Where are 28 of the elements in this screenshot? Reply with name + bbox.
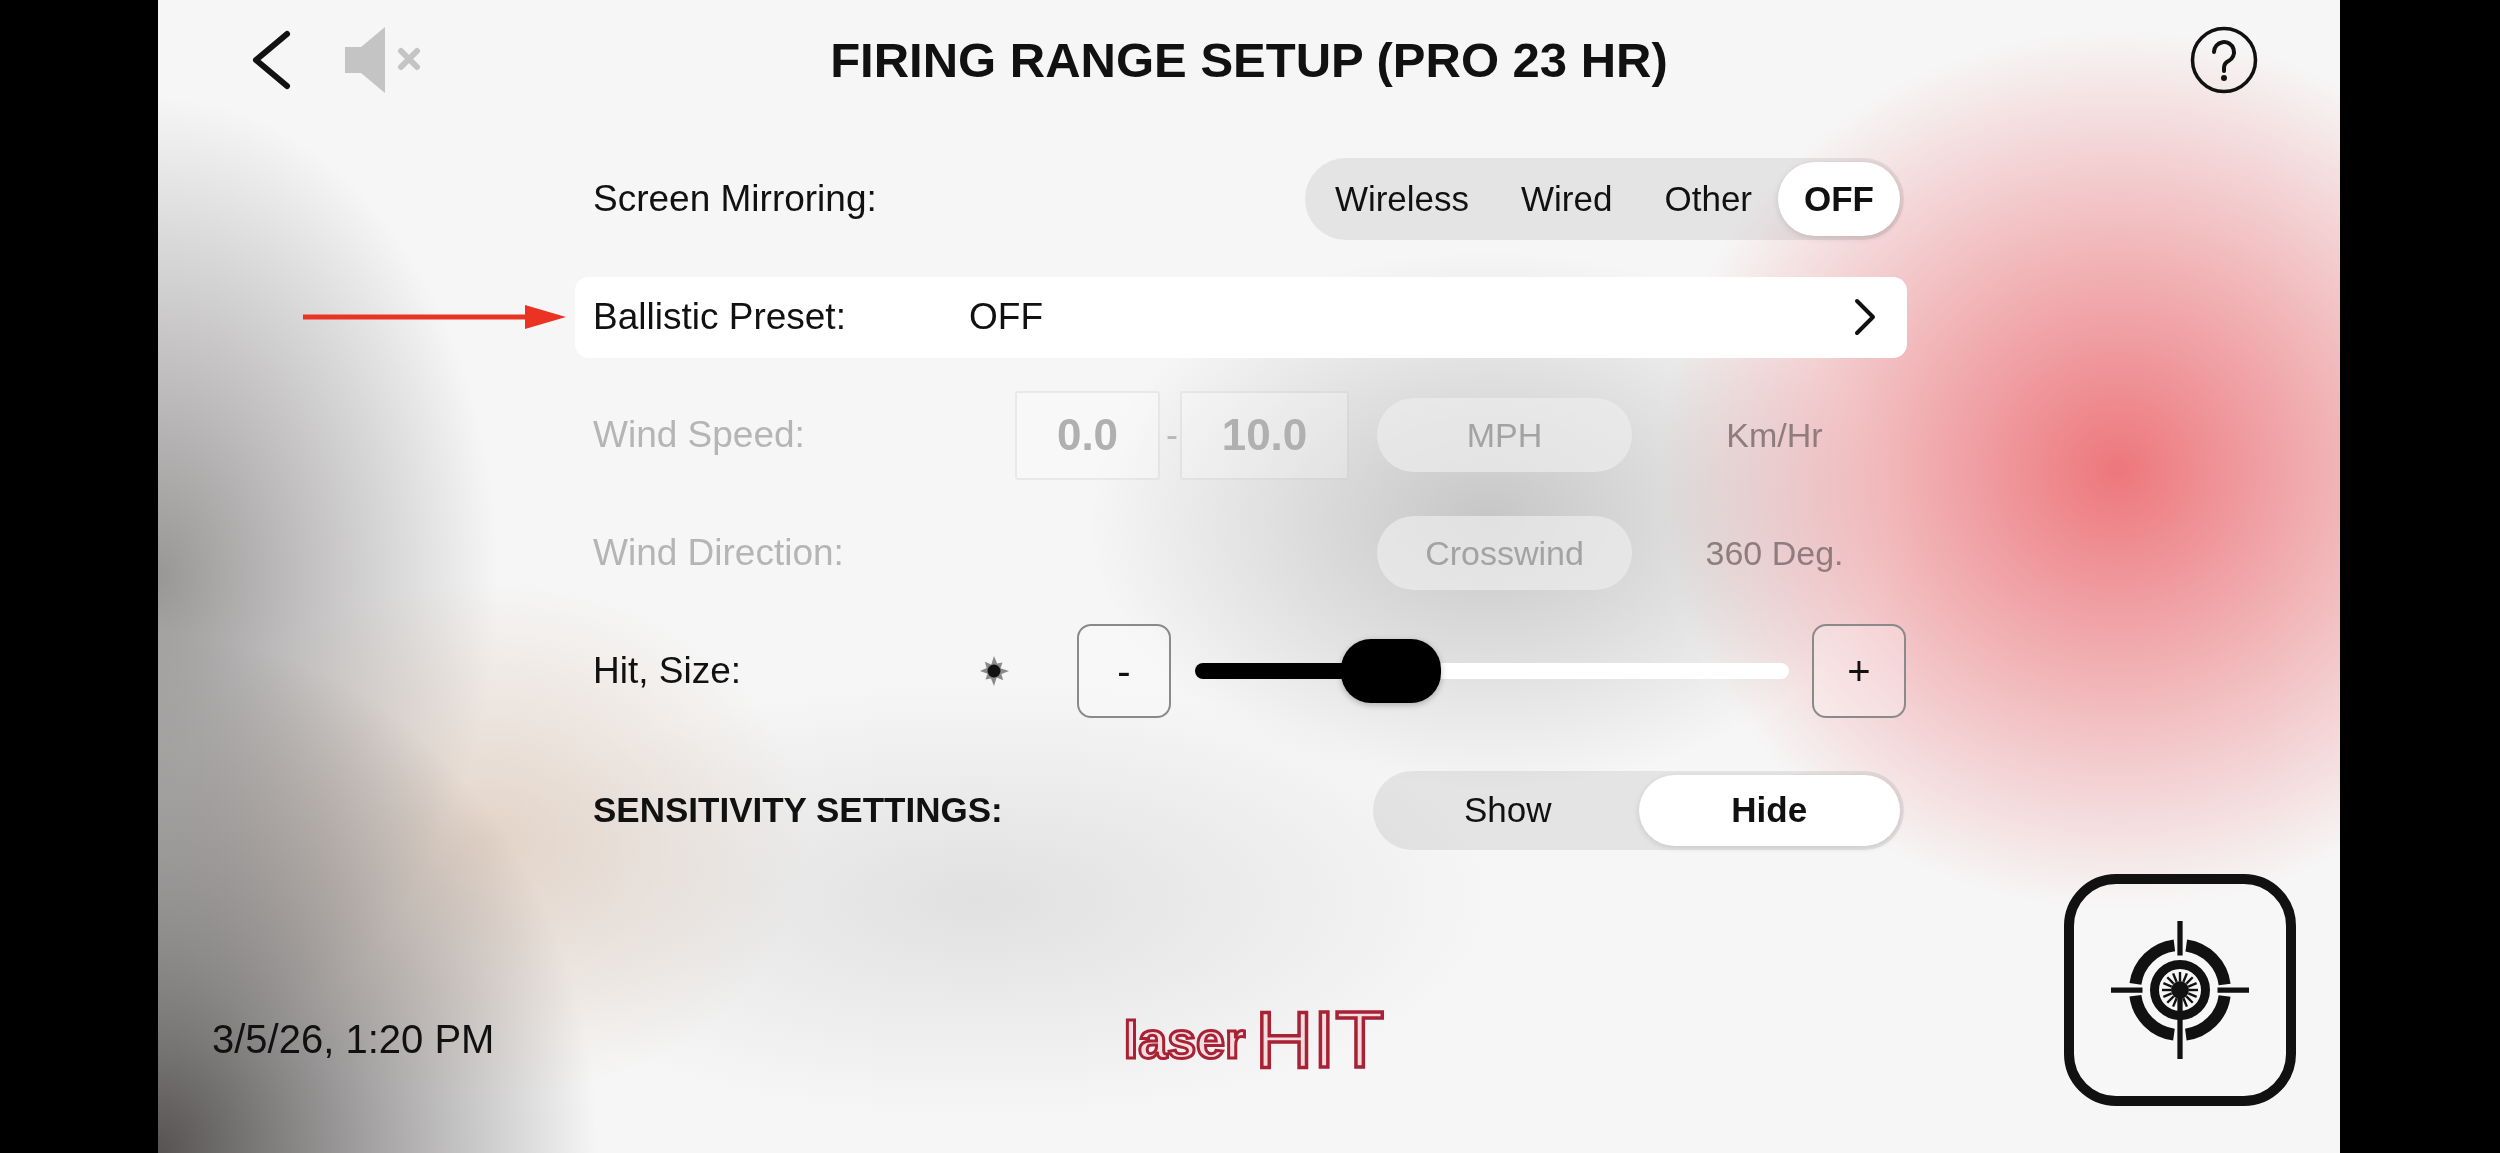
segment-option[interactable]: Other xyxy=(1638,162,1778,236)
setting-label: Wind Speed: xyxy=(593,414,805,456)
increase-button[interactable]: + xyxy=(1812,624,1906,718)
logo-text: HIT xyxy=(1255,1000,1385,1080)
date-time: 3/5/26, 1:20 PM xyxy=(212,1016,495,1063)
page-title: FIRING RANGE SETUP (PRO 23 HR) xyxy=(830,32,1668,88)
logo-text: laser xyxy=(1123,1014,1246,1066)
slider-track[interactable] xyxy=(1195,639,1789,703)
range-separator: - xyxy=(1166,414,1176,456)
setting-label: Ballistic Preset: xyxy=(593,296,847,338)
segment-option[interactable]: Wired xyxy=(1495,162,1639,236)
setting-label: Screen Mirroring: xyxy=(593,178,877,220)
segment-option[interactable]: Show xyxy=(1377,774,1639,846)
segment-option[interactable]: Wireless xyxy=(1308,162,1496,236)
preset-selector[interactable]: Ballistic Preset: OFF xyxy=(575,276,1907,358)
chevron-right-icon xyxy=(1853,297,1877,337)
segment-option[interactable]: Hide xyxy=(1638,774,1900,846)
setting-label: Wind Direction: xyxy=(593,532,844,574)
setting-label: SENSITIVITY SETTINGS: xyxy=(593,790,1003,830)
slider-thumb[interactable] xyxy=(1341,639,1441,703)
help-icon[interactable] xyxy=(2190,26,2258,94)
setting-value: OFF xyxy=(969,296,1044,338)
target-button[interactable] xyxy=(2064,874,2296,1106)
back-icon[interactable] xyxy=(250,30,292,90)
setting-label: Hit, Size: xyxy=(593,650,742,692)
decrease-button[interactable]: - xyxy=(1077,624,1171,718)
bullet-hole-icon xyxy=(978,655,1010,687)
segment-option[interactable]: OFF xyxy=(1778,162,1900,236)
